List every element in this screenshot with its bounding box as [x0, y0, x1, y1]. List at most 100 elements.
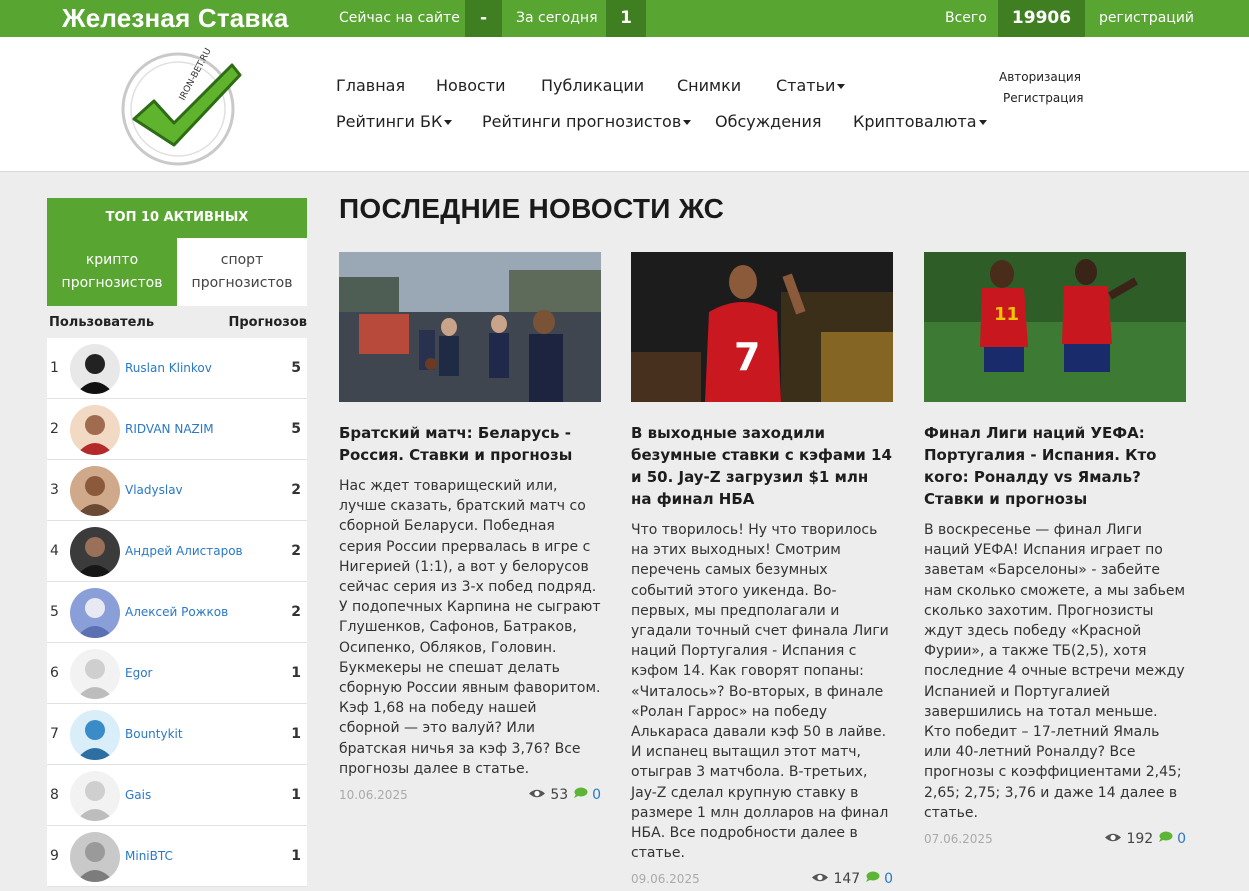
news-image[interactable]: 7 — [631, 252, 893, 402]
forecast-count: 1 — [291, 665, 301, 681]
leaderboard-row[interactable]: 8 Gais 1 — [47, 765, 307, 826]
nav-home[interactable]: Главная — [336, 76, 405, 95]
avatar[interactable] — [70, 344, 120, 394]
header: IRON-BET.RU Главная Новости Публикации С… — [0, 37, 1249, 172]
news-meta: 09.06.2025 147 0 — [631, 871, 893, 891]
rank-number: 1 — [50, 360, 59, 376]
online-label: Сейчас на сайте — [339, 10, 460, 26]
news-card: 11 Финал Лиги наций УЕФА: Португалия - И… — [924, 252, 1186, 852]
avatar[interactable] — [70, 466, 120, 516]
nav-discussions[interactable]: Обсуждения — [715, 112, 822, 131]
username-link[interactable]: Vladyslav — [125, 483, 183, 497]
col-user: Пользователь — [49, 315, 155, 330]
tab-sport-line2: прогнозистов — [191, 275, 293, 291]
username-link[interactable]: Bountykit — [125, 727, 183, 741]
tab-crypto-line2: прогнозистов — [61, 275, 163, 291]
comments-count[interactable]: 0 — [884, 871, 893, 887]
nav-articles-dropdown[interactable]: Статьи — [776, 76, 846, 95]
nav-photos[interactable]: Снимки — [677, 76, 741, 95]
leaderboard-list: 1 Ruslan Klinkov 5 2 RIDVAN NAZIM 5 3 Vladyslav… — [47, 338, 307, 887]
tab-sport-forecasters[interactable]: спорт прогнозистов — [177, 238, 307, 306]
leaderboard-row[interactable]: 3 Vladyslav 2 — [47, 460, 307, 521]
news-image[interactable] — [339, 252, 601, 402]
avatar[interactable] — [70, 649, 120, 699]
top-active-sidebar: ТОП 10 АКТИВНЫХ крипто прогнозистов спорт… — [47, 198, 307, 887]
forecast-count: 2 — [291, 482, 301, 498]
top-bar: Железная Ставка Сейчас на сайте - За сег… — [0, 0, 1249, 37]
news-excerpt: В воскресенье — финал Лиги наций УЕФА! И… — [924, 522, 1186, 821]
leaderboard-row[interactable]: 4 Андрей Алистаров 2 — [47, 521, 307, 582]
rank-number: 5 — [50, 604, 59, 620]
leaderboard-row[interactable]: 9 MiniBTC 1 — [47, 826, 307, 887]
user-avatar-icon — [70, 466, 120, 516]
news-date: 09.06.2025 — [631, 872, 700, 887]
tab-crypto-line1: крипто — [85, 252, 139, 268]
news-image[interactable]: 11 — [924, 252, 1186, 402]
comment-bubble-icon[interactable] — [865, 871, 880, 883]
username-link[interactable]: Gais — [125, 788, 151, 802]
site-logo[interactable]: IRON-BET.RU — [112, 45, 242, 169]
news-stats: 53 0 — [528, 787, 601, 803]
nav-crypto-dropdown[interactable]: Криптовалюта — [853, 112, 987, 131]
news-meta: 07.06.2025 192 0 — [924, 831, 1186, 852]
caret-down-icon — [683, 120, 692, 125]
comment-bubble-icon[interactable] — [573, 787, 588, 799]
news-title[interactable]: Финал Лиги наций УЕФА: Португалия - Испа… — [924, 422, 1186, 510]
avatar[interactable] — [70, 405, 120, 455]
leaderboard-row[interactable]: 6 Egor 1 — [47, 643, 307, 704]
user-avatar-icon — [70, 710, 120, 760]
rank-number: 9 — [50, 848, 59, 864]
news-excerpt: Нас ждет товарищеский или, лучше сказать… — [339, 478, 601, 777]
news-stats: 147 0 — [811, 871, 893, 887]
avatar[interactable] — [70, 771, 120, 821]
nav-forecaster-ratings-label: Рейтинги прогнозистов — [482, 112, 682, 131]
user-avatar-icon — [70, 832, 120, 882]
username-link[interactable]: Алексей Рожков — [125, 605, 228, 619]
leaderboard-row[interactable]: 7 Bountykit 1 — [47, 704, 307, 765]
forecast-count: 5 — [291, 421, 301, 437]
news-card: Братский матч: Беларусь - Россия. Ставки… — [339, 252, 601, 808]
avatar[interactable] — [70, 832, 120, 882]
leaderboard-row[interactable]: 1 Ruslan Klinkov 5 — [47, 338, 307, 399]
nav-publications[interactable]: Публикации — [541, 76, 644, 95]
login-link[interactable]: Авторизация — [999, 70, 1081, 84]
register-link[interactable]: Регистрация — [1003, 91, 1083, 105]
rank-number: 2 — [50, 421, 59, 437]
news-card: 7 В выходные заходили безумные ставки с … — [631, 252, 893, 891]
avatar[interactable] — [70, 588, 120, 638]
rank-number: 4 — [50, 543, 59, 559]
username-link[interactable]: Ruslan Klinkov — [125, 361, 212, 375]
comment-bubble-icon[interactable] — [1158, 831, 1173, 843]
leaderboard-row[interactable]: 2 RIDVAN NAZIM 5 — [47, 399, 307, 460]
nav-crypto-label: Криптовалюта — [853, 112, 977, 131]
rank-number: 7 — [50, 726, 59, 742]
site-title[interactable]: Железная Ставка — [62, 3, 289, 34]
registrations-label: регистраций — [1099, 10, 1194, 26]
leaderboard-row[interactable]: 5 Алексей Рожков 2 — [47, 582, 307, 643]
avatar[interactable] — [70, 710, 120, 760]
avatar[interactable] — [70, 527, 120, 577]
nav-news[interactable]: Новости — [436, 76, 506, 95]
caret-down-icon — [444, 120, 453, 125]
svg-text:11: 11 — [994, 304, 1019, 325]
nav-forecaster-ratings-dropdown[interactable]: Рейтинги прогнозистов — [482, 112, 692, 131]
col-forecasts: Прогнозов — [228, 315, 307, 330]
username-link[interactable]: Андрей Алистаров — [125, 544, 243, 558]
comments-count[interactable]: 0 — [1177, 831, 1186, 847]
team-arrival-photo — [339, 252, 601, 402]
user-avatar-icon — [70, 527, 120, 577]
news-title[interactable]: Братский матч: Беларусь - Россия. Ставки… — [339, 422, 601, 466]
nav-bk-ratings-dropdown[interactable]: Рейтинги БК — [336, 112, 453, 131]
news-title[interactable]: В выходные заходили безумные ставки с кэ… — [631, 422, 893, 510]
svg-text:7: 7 — [734, 335, 760, 379]
tab-crypto-forecasters[interactable]: крипто прогнозистов — [47, 238, 177, 306]
username-link[interactable]: Egor — [125, 666, 152, 680]
forecast-count: 2 — [291, 604, 301, 620]
views-count: 147 — [833, 871, 861, 888]
username-link[interactable]: MiniBTC — [125, 849, 173, 863]
tab-sport-line1: спорт — [220, 252, 264, 268]
leaderboard-header: Пользователь Прогнозов — [47, 306, 307, 338]
news-stats: 192 0 — [1104, 831, 1186, 847]
username-link[interactable]: RIDVAN NAZIM — [125, 422, 214, 436]
comments-count[interactable]: 0 — [592, 787, 601, 803]
